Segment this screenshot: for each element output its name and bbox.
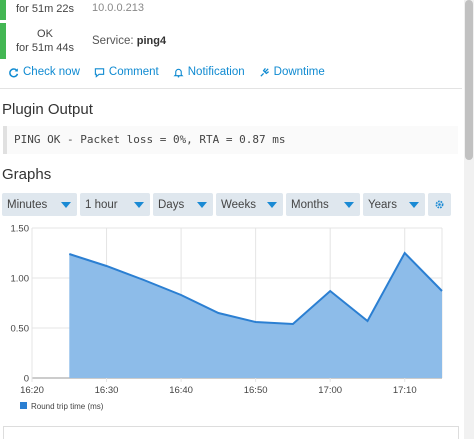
host-status-row[interactable]: OK for 51m 22s 10.0.0.213 xyxy=(0,0,144,20)
minutes-label: Minutes xyxy=(7,198,48,211)
scrollbar-thumb[interactable] xyxy=(465,0,473,160)
state-label: OK xyxy=(37,28,53,40)
host-detail: 10.0.0.213 xyxy=(92,0,144,14)
x-tick-label: 16:40 xyxy=(169,385,193,396)
x-tick-label: 16:50 xyxy=(244,385,268,396)
months-dropdown[interactable]: Months xyxy=(286,193,360,216)
caret-down-icon xyxy=(134,201,144,208)
graphs-heading: Graphs xyxy=(2,166,52,183)
rtt-chart: 00.501.001.50 16:20 16:30 16:40 16:50 17:00 1… xyxy=(11,224,443,411)
state-duration: for 51m 44s xyxy=(15,42,75,54)
days-dropdown[interactable]: Days xyxy=(153,193,213,216)
days-label: Days xyxy=(158,198,185,211)
years-dropdown[interactable]: Years xyxy=(363,193,425,216)
scrollbar[interactable] xyxy=(464,0,474,439)
action-bar: Check now Comment Notification Downtime xyxy=(8,66,325,78)
state-duration: for 51m 22s xyxy=(15,3,75,15)
downtime-label: Downtime xyxy=(273,66,325,78)
graph-range-controls: Minutes 1 hour Days Weeks Months Years xyxy=(2,193,451,216)
weeks-label: Weeks xyxy=(221,198,256,211)
caret-down-icon xyxy=(267,201,277,208)
caret-down-icon xyxy=(61,201,71,208)
legend-label: Round trip time (ms) xyxy=(31,402,104,411)
state-badge: OK for 51m 44s xyxy=(0,23,84,59)
plugin-output-text: PING OK - Packet loss = 0%, RTA = 0.87 m… xyxy=(3,126,458,154)
comment-label: Comment xyxy=(108,66,159,78)
refresh-icon xyxy=(9,67,19,77)
service-label: Service: xyxy=(92,35,134,47)
service-name: ping4 xyxy=(136,35,167,47)
minutes-dropdown[interactable]: Minutes xyxy=(2,193,77,216)
hour-dropdown[interactable]: 1 hour xyxy=(80,193,150,216)
months-label: Months xyxy=(291,198,329,211)
y-axis-labels: 0 0.50 1.00 1.50 xyxy=(11,224,30,385)
x-tick-label: 17:10 xyxy=(393,385,417,396)
service-status-row[interactable]: OK for 51m 44s Service: ping4 xyxy=(0,23,166,59)
notification-link[interactable]: Notification xyxy=(173,66,245,78)
plugin-output-heading: Plugin Output xyxy=(2,101,93,118)
graph-settings-button[interactable] xyxy=(428,193,451,216)
x-axis-labels: 16:20 16:30 16:40 16:50 17:00 17:10 xyxy=(20,385,417,396)
hour-label: 1 hour xyxy=(85,198,118,211)
x-tick-label: 16:30 xyxy=(95,385,119,396)
y-tick-label: 1.50 xyxy=(11,224,30,235)
legend-swatch xyxy=(20,402,27,409)
y-tick-label: 0 xyxy=(24,374,29,385)
caret-down-icon xyxy=(344,201,354,208)
downtime-link[interactable]: Downtime xyxy=(259,66,325,78)
service-detail: Service: ping4 xyxy=(92,35,166,47)
next-graph-panel xyxy=(3,426,459,439)
divider xyxy=(0,88,462,89)
bell-icon xyxy=(173,68,184,78)
x-tick-label: 17:00 xyxy=(318,385,342,396)
plug-icon xyxy=(260,67,269,77)
x-tick-label: 16:20 xyxy=(20,385,44,396)
host-ip: 10.0.0.213 xyxy=(92,2,144,14)
state-badge: OK for 51m 22s xyxy=(0,0,84,20)
weeks-dropdown[interactable]: Weeks xyxy=(216,193,283,216)
check-now-link[interactable]: Check now xyxy=(8,66,80,78)
notification-label: Notification xyxy=(187,66,245,78)
caret-down-icon xyxy=(197,201,207,208)
check-now-label: Check now xyxy=(23,66,80,78)
gear-icon xyxy=(435,200,444,209)
years-label: Years xyxy=(368,198,397,211)
caret-down-icon xyxy=(409,201,419,208)
y-tick-label: 1.00 xyxy=(11,274,30,285)
comment-link[interactable]: Comment xyxy=(94,66,159,78)
y-tick-label: 0.50 xyxy=(11,324,30,335)
comment-icon xyxy=(94,67,105,78)
